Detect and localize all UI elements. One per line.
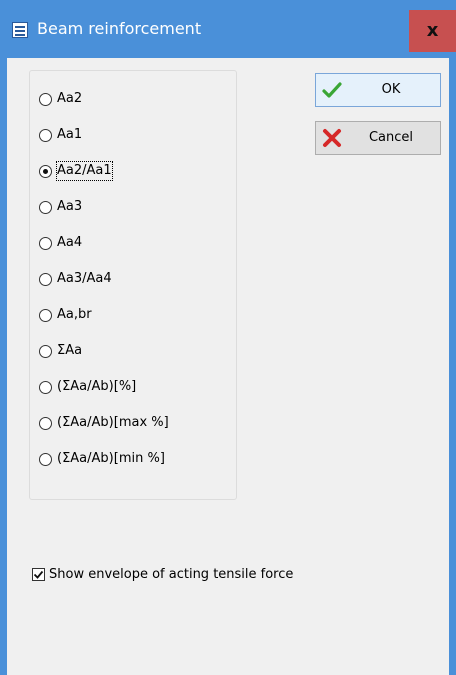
- radio-option-aa-br[interactable]: Aa,br: [39, 305, 92, 325]
- radio-option-aa3[interactable]: Aa3: [39, 197, 82, 217]
- radio-label: Aa4: [57, 235, 83, 250]
- ok-button[interactable]: OK: [315, 73, 441, 107]
- window-title: Beam reinforcement: [37, 19, 202, 38]
- red-x-icon: [322, 128, 342, 148]
- close-button[interactable]: x: [409, 10, 456, 52]
- radio-button[interactable]: [39, 344, 52, 358]
- radio-button[interactable]: [39, 128, 52, 142]
- radio-option-sum-aa[interactable]: ΣAa: [39, 341, 82, 361]
- cancel-button-label: Cancel: [368, 130, 414, 145]
- envelope-checkbox-label: Show envelope of acting tensile force: [49, 566, 294, 582]
- radio-button[interactable]: [39, 236, 52, 250]
- radio-option-ratio-min[interactable]: (ΣAa/Ab)[min %]: [39, 449, 165, 469]
- radio-label: (ΣAa/Ab)[%]: [57, 379, 137, 394]
- checkmark-icon: [322, 80, 342, 100]
- reinforcement-options-group: Aa2 Aa1 Aa2/Aa1 Aa3 Aa4 Aa3/Aa4 Aa,br ΣA…: [29, 70, 237, 500]
- radio-label: Aa3: [57, 199, 83, 214]
- radio-label: Aa3/Aa4: [57, 271, 112, 286]
- radio-option-aa4[interactable]: Aa4: [39, 233, 82, 253]
- radio-option-ratio-percent[interactable]: (ΣAa/Ab)[%]: [39, 377, 136, 397]
- radio-label: (ΣAa/Ab)[max %]: [57, 415, 169, 430]
- checkmark-icon: [33, 570, 44, 579]
- radio-option-aa2[interactable]: Aa2: [39, 89, 82, 109]
- radio-option-aa1[interactable]: Aa1: [39, 125, 82, 145]
- radio-label: ΣAa: [57, 343, 83, 358]
- dialog-body: Aa2 Aa1 Aa2/Aa1 Aa3 Aa4 Aa3/Aa4 Aa,br ΣA…: [7, 58, 449, 675]
- radio-button[interactable]: [39, 308, 52, 322]
- envelope-checkbox-row[interactable]: Show envelope of acting tensile force: [32, 564, 293, 584]
- radio-button[interactable]: [39, 272, 52, 286]
- title-bar[interactable]: Beam reinforcement x: [0, 0, 456, 58]
- radio-label: (ΣAa/Ab)[min %]: [57, 451, 165, 466]
- radio-button-selected[interactable]: [39, 164, 52, 178]
- ok-button-label: OK: [381, 82, 401, 97]
- dialog-window: Beam reinforcement x Aa2 Aa1 Aa2/Aa1 Aa3: [0, 0, 456, 675]
- radio-option-aa2-aa1[interactable]: Aa2/Aa1: [39, 161, 113, 181]
- app-icon: [12, 22, 28, 38]
- radio-button[interactable]: [39, 380, 52, 394]
- radio-label: Aa,br: [57, 307, 92, 322]
- radio-button[interactable]: [39, 416, 52, 430]
- radio-label: Aa2: [57, 91, 83, 106]
- radio-button[interactable]: [39, 452, 52, 466]
- envelope-checkbox[interactable]: [32, 567, 45, 581]
- radio-button[interactable]: [39, 200, 52, 214]
- radio-label: Aa2/Aa1: [56, 161, 113, 181]
- radio-label: Aa1: [57, 127, 83, 142]
- radio-option-aa3-aa4[interactable]: Aa3/Aa4: [39, 269, 112, 289]
- radio-button[interactable]: [39, 92, 52, 106]
- radio-option-ratio-max[interactable]: (ΣAa/Ab)[max %]: [39, 413, 169, 433]
- cancel-button[interactable]: Cancel: [315, 121, 441, 155]
